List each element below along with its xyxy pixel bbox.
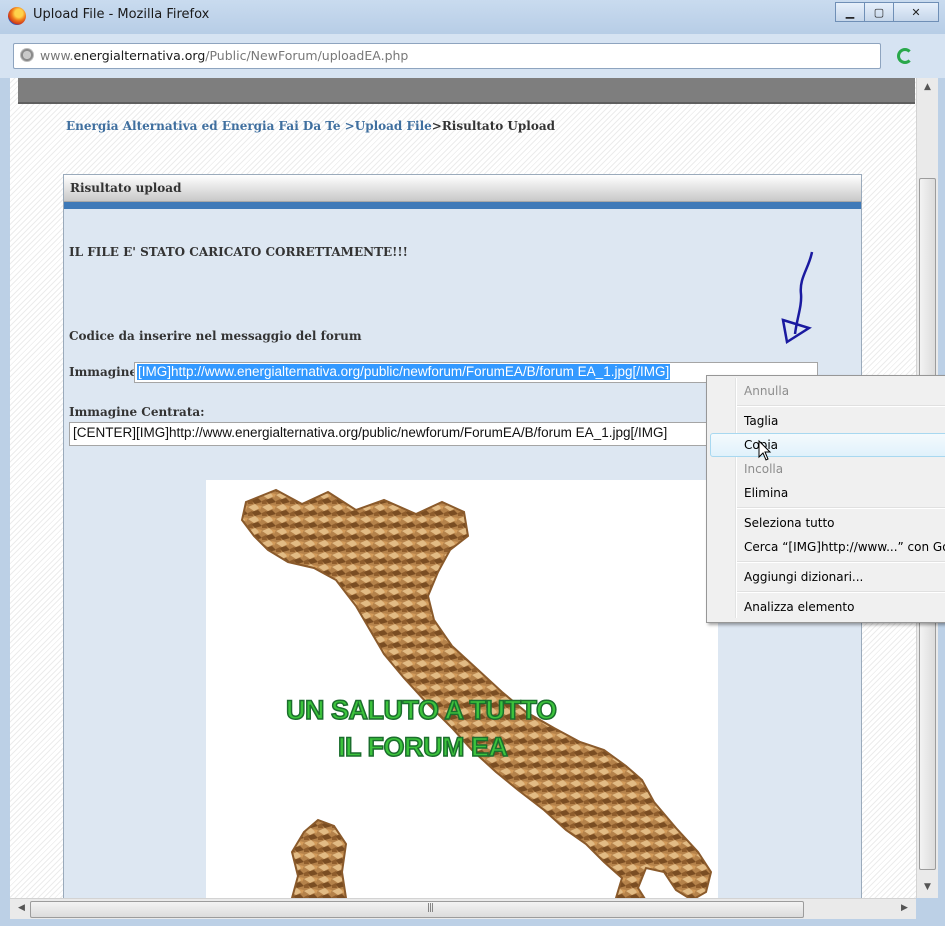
menu-item-inspect[interactable]: Analizza elemento [744, 600, 854, 614]
centered-code-field[interactable]: [CENTER][IMG]http://www.energialternativ… [69, 422, 708, 446]
image-caption-line1: UN SALUTO A TUTTO [285, 694, 557, 726]
reload-icon[interactable] [897, 48, 913, 64]
horizontal-scrollbar[interactable]: ◀ ||| ▶ [10, 898, 916, 919]
navigation-bar: www.energialternativa.org/Public/NewForu… [0, 34, 945, 78]
close-icon: ✕ [911, 5, 921, 19]
url-host: energialternativa.org [73, 48, 206, 63]
window-titlebar: Upload File - Mozilla Firefox ▁ ▢ ✕ [0, 0, 945, 34]
window-title: Upload File - Mozilla Firefox [33, 7, 210, 22]
globe-icon [20, 48, 34, 62]
annotation-arrow-icon [781, 251, 814, 345]
minimize-button[interactable]: ▁ [835, 2, 865, 22]
horizontal-scroll-thumb[interactable]: ||| [30, 901, 804, 918]
success-message: IL FILE E' STATO CARICATO CORRETTAMENTE!… [69, 245, 408, 259]
breadcrumb-home-link[interactable]: Energia Alternativa ed Energia Fai Da Te [66, 119, 340, 133]
breadcrumb-current: >Risultato Upload [431, 119, 556, 133]
italy-map-image [240, 488, 713, 898]
panel-title: Risultato upload [70, 181, 182, 195]
menu-gutter [735, 378, 737, 618]
minimize-icon: ▁ [845, 5, 855, 19]
scroll-up-icon[interactable]: ▲ [919, 82, 936, 92]
menu-item-delete[interactable]: Elimina [744, 486, 788, 500]
context-menu: Annulla Taglia Copia Incolla Elimina Sel… [706, 375, 945, 623]
menu-item-undo[interactable]: Annulla [744, 384, 789, 398]
menu-separator [737, 507, 945, 509]
scroll-right-icon[interactable]: ▶ [896, 903, 913, 913]
breadcrumb: Energia Alternativa ed Energia Fai Da Te… [66, 119, 555, 133]
menu-item-cut[interactable]: Taglia [744, 414, 778, 428]
url-prefix: www. [40, 48, 74, 63]
window-controls: ▁ ▢ ✕ [835, 2, 939, 22]
menu-item-search[interactable]: Cerca “[IMG]http://www...” con Go [744, 540, 945, 554]
code-heading: Codice da inserire nel messaggio del for… [69, 329, 362, 343]
close-button[interactable]: ✕ [893, 2, 939, 22]
menu-item-add-dictionaries[interactable]: Aggiungi dizionari... [744, 570, 863, 584]
centered-image-label: Immagine Centrata: [69, 405, 205, 419]
mouse-cursor-icon [758, 440, 772, 461]
menu-separator [737, 591, 945, 593]
menu-item-paste[interactable]: Incolla [744, 462, 783, 476]
url-path: /Public/NewForum/uploadEA.php [205, 48, 409, 63]
menu-separator [737, 561, 945, 563]
panel-accent-bar [64, 202, 861, 209]
maximize-button[interactable]: ▢ [864, 2, 894, 22]
url-field[interactable]: www.energialternativa.org/Public/NewForu… [13, 43, 881, 69]
scroll-left-icon[interactable]: ◀ [13, 903, 30, 913]
panel-header: Risultato upload [64, 175, 861, 202]
uploaded-image: UN SALUTO A TUTTO IL FORUM EA [206, 480, 718, 898]
scroll-grip-icon: ||| [427, 903, 434, 913]
maximize-icon: ▢ [873, 5, 885, 19]
centered-code-text: [CENTER][IMG]http://www.energialternativ… [73, 425, 668, 440]
menu-separator [737, 405, 945, 407]
image-label: Immagine: [69, 365, 142, 379]
menu-item-select-all[interactable]: Seleziona tutto [744, 516, 835, 530]
scroll-down-icon[interactable]: ▼ [919, 882, 936, 892]
firefox-icon [8, 7, 26, 25]
site-header-strip [18, 78, 915, 104]
image-caption-line2: IL FORUM EA [337, 731, 508, 763]
breadcrumb-upload-link[interactable]: >Upload File [345, 119, 432, 133]
image-code-selected-text[interactable]: [IMG]http://www.energialternativa.org/pu… [137, 364, 671, 380]
url-text: www.energialternativa.org/Public/NewForu… [40, 48, 408, 63]
